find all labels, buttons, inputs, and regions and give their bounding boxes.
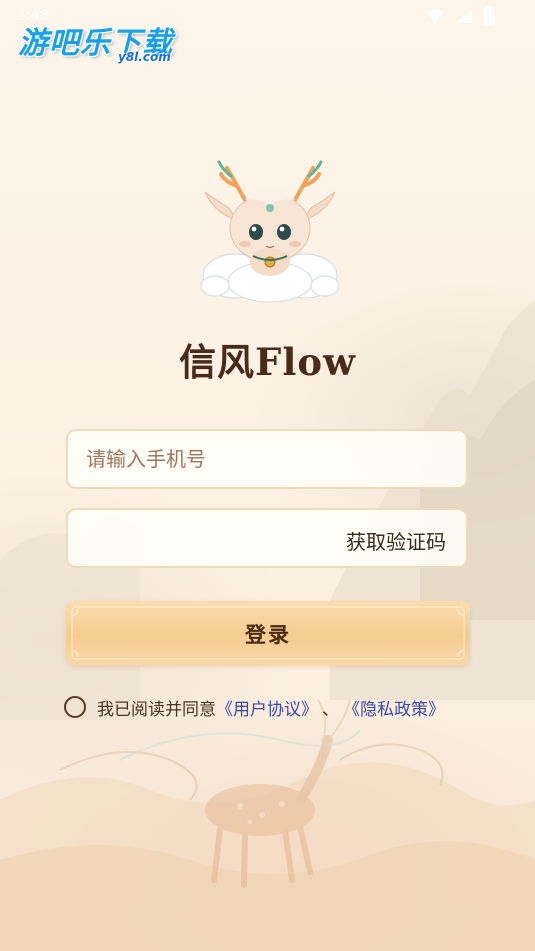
privacy-policy-link[interactable]: 《隐私政策》 [343,695,445,720]
watermark-domain: y8l.com [118,50,171,64]
deer-mascot-icon [200,160,340,303]
phone-field[interactable] [66,429,468,489]
login-button-label: 登录 [245,622,291,647]
battery-icon [483,6,495,26]
status-icons [425,6,495,26]
agreement-checkbox[interactable] [64,696,86,718]
wifi-icon [426,9,444,23]
app-title: 信风Flow [179,340,356,384]
phone-input[interactable] [68,431,466,487]
get-code-button[interactable]: 获取验证码 [346,526,446,555]
verification-code-field[interactable]: 获取验证码 [66,508,468,568]
watermark-logo: 游吧乐下载 y8l.com [14,18,189,70]
agreement-separator: 、 [322,699,339,720]
user-agreement-link[interactable]: 《用户协议》 [216,695,318,720]
signal-icon [456,9,472,23]
agreement-row: 我已阅读并同意 《用户协议》 、 《隐私政策》 [64,693,445,721]
login-button[interactable]: 登录 [66,601,470,665]
agreement-prefix: 我已阅读并同意 [97,699,216,720]
